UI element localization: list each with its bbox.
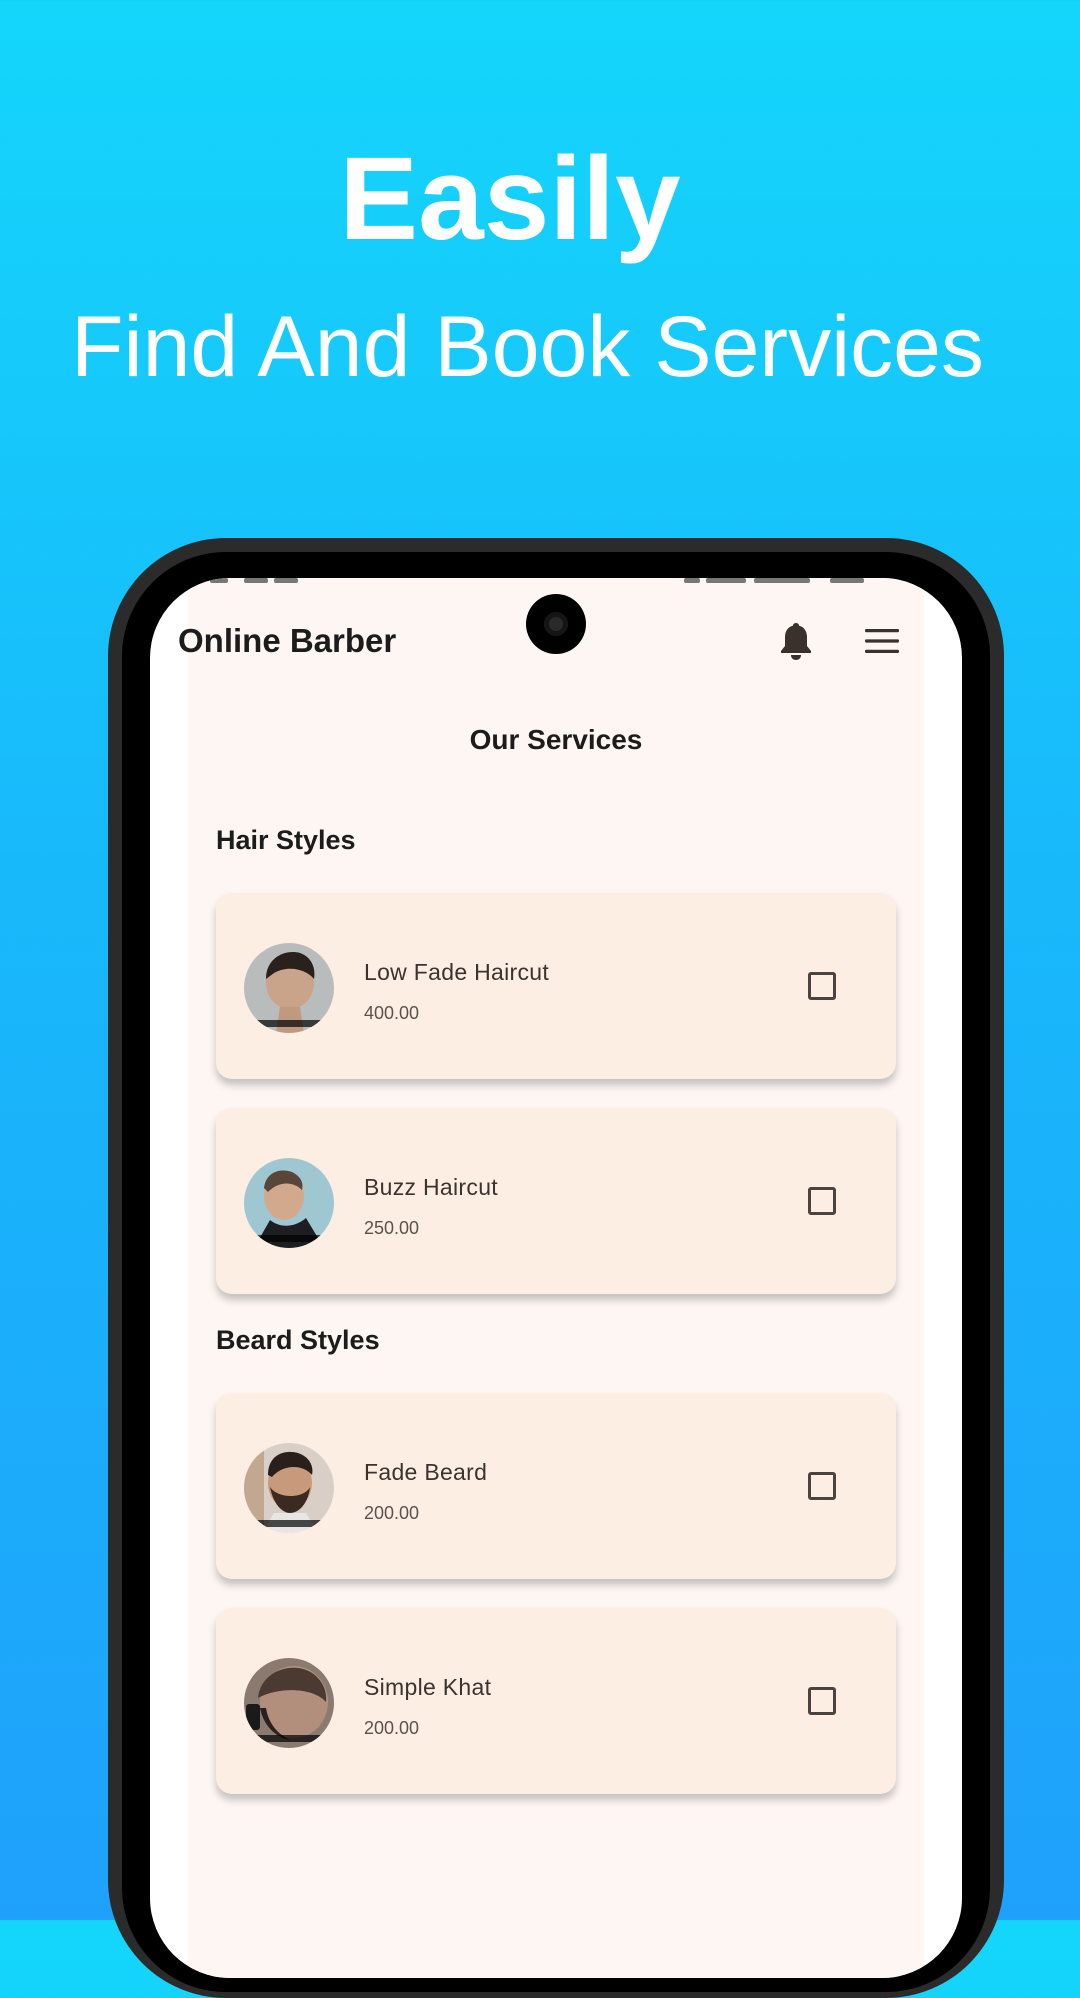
camera-lens bbox=[544, 612, 568, 636]
menu-icon[interactable] bbox=[864, 626, 900, 656]
service-name: Buzz Haircut bbox=[364, 1174, 498, 1200]
avatar-caption-strip bbox=[244, 1020, 334, 1027]
service-name: Low Fade Haircut bbox=[364, 959, 550, 985]
service-price: 200.00 bbox=[364, 1718, 420, 1738]
status-bar bbox=[150, 578, 962, 584]
bell-icon[interactable] bbox=[778, 620, 814, 662]
service-checkbox[interactable] bbox=[808, 1472, 836, 1500]
service-avatar bbox=[244, 1658, 334, 1748]
service-checkbox[interactable] bbox=[808, 1187, 836, 1215]
section-heading-beard-styles: Beard Styles bbox=[216, 1325, 380, 1355]
service-avatar bbox=[244, 1158, 334, 1248]
service-avatar bbox=[244, 1443, 334, 1533]
service-checkbox[interactable] bbox=[808, 972, 836, 1000]
promo-subheadline: Find And Book Services bbox=[70, 299, 985, 395]
avatar-caption-strip bbox=[244, 1235, 334, 1242]
service-card-buzz-haircut[interactable]: Buzz Haircut 250.00 bbox=[216, 1108, 896, 1294]
service-name: Fade Beard bbox=[364, 1459, 488, 1485]
service-price: 400.00 bbox=[364, 1003, 420, 1023]
section-heading-hair-styles: Hair Styles bbox=[216, 825, 356, 855]
avatar-caption-strip bbox=[244, 1520, 334, 1527]
service-name: Simple Khat bbox=[364, 1674, 492, 1700]
app-title: Online Barber bbox=[178, 622, 397, 659]
front-camera bbox=[526, 594, 586, 654]
promo-headline: Easily bbox=[339, 133, 681, 265]
service-price: 200.00 bbox=[364, 1503, 420, 1523]
service-avatar bbox=[244, 943, 334, 1033]
page-title: Our Services bbox=[469, 724, 643, 755]
service-card-simple-khat[interactable]: Simple Khat 200.00 bbox=[216, 1608, 896, 1794]
service-checkbox[interactable] bbox=[808, 1687, 836, 1715]
service-price: 250.00 bbox=[364, 1218, 420, 1238]
avatar-caption-strip bbox=[244, 1735, 334, 1742]
service-card-fade-beard[interactable]: Fade Beard 200.00 bbox=[216, 1393, 896, 1579]
service-card-low-fade-haircut[interactable]: Low Fade Haircut 400.00 bbox=[216, 893, 896, 1079]
